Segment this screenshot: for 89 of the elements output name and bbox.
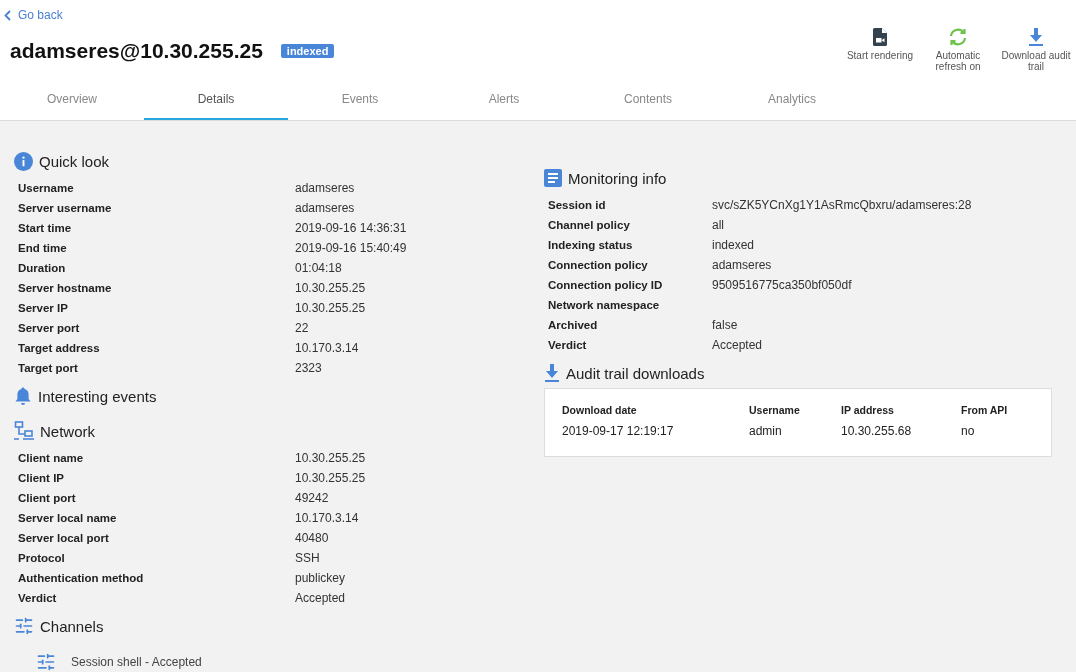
table-cell-text: admin xyxy=(749,424,783,438)
column-header: IP address xyxy=(841,404,895,416)
field-label: Server local name xyxy=(18,512,118,524)
field-label: Authentication method xyxy=(18,572,145,584)
field-label: Target port xyxy=(18,362,79,374)
chevron-left-icon xyxy=(4,9,11,21)
field-label: Duration xyxy=(18,262,67,274)
section-title: Channels xyxy=(40,617,104,635)
field-label: Session id xyxy=(548,199,607,211)
field-label: Target address xyxy=(18,342,101,354)
section-title: Interesting events xyxy=(38,387,157,405)
tab[interactable]: Details xyxy=(144,88,288,120)
field-label: Start time xyxy=(18,222,73,234)
field-label: Client name xyxy=(18,452,85,464)
tab[interactable]: Contents xyxy=(576,88,720,120)
field-label: Indexing status xyxy=(548,239,634,251)
field-value: all xyxy=(712,218,725,232)
field-value: 10.30.255.25 xyxy=(295,301,367,315)
channel-item[interactable]: Session shell - Accepted xyxy=(71,655,202,669)
section-title: Monitoring info xyxy=(568,169,667,187)
toolbar-button[interactable]: Start rendering xyxy=(842,28,918,72)
bell-icon xyxy=(14,386,32,406)
status-badge: indexed xyxy=(280,44,335,58)
field-value: publickey xyxy=(295,571,347,585)
column-header: From API xyxy=(961,404,1009,416)
field-value: indexed xyxy=(712,238,756,252)
network-icon xyxy=(14,421,34,441)
table-cell-text: no xyxy=(961,424,976,438)
field-value: 10.30.255.25 xyxy=(295,471,367,485)
back-link[interactable]: Go back xyxy=(4,8,63,22)
document-icon xyxy=(544,169,562,187)
section-title: Audit trail downloads xyxy=(566,364,705,382)
column-header: Download date xyxy=(562,404,638,416)
field-label: Client port xyxy=(18,492,77,504)
field-value: 40480 xyxy=(295,531,330,545)
field-label: Server port xyxy=(18,322,81,334)
field-label: Server hostname xyxy=(18,282,113,294)
field-label: Network namespace xyxy=(548,299,661,311)
field-label: Channel policy xyxy=(548,219,631,231)
field-value: 10.30.255.25 xyxy=(295,281,367,295)
tab[interactable]: Analytics xyxy=(720,88,864,120)
tab[interactable]: Overview xyxy=(0,88,144,120)
field-value: SSH xyxy=(295,551,321,565)
field-label: Username xyxy=(18,182,75,194)
field-label: Verdict xyxy=(548,339,588,351)
field-value: 2019-09-16 15:40:49 xyxy=(295,241,408,255)
field-label: Connection policy xyxy=(548,259,649,271)
field-label: Protocol xyxy=(18,552,66,564)
toolbar-button[interactable]: Download audit trail xyxy=(998,28,1074,72)
field-value: 10.170.3.14 xyxy=(295,341,360,355)
field-label: Verdict xyxy=(18,592,58,604)
table-cell-text: 10.30.255.68 xyxy=(841,424,913,438)
toolbar-button[interactable]: Automatic refresh on xyxy=(920,28,996,72)
field-label: Archived xyxy=(548,319,599,331)
session-title: adamseres@10.30.255.25 xyxy=(10,39,263,63)
table-cell-text: 2019-09-17 12:19:17 xyxy=(562,424,675,438)
info-icon xyxy=(14,151,33,171)
field-value: adamseres xyxy=(712,258,773,272)
field-value: 2019-09-16 14:36:31 xyxy=(295,221,408,235)
section-title: Quick look xyxy=(39,152,110,170)
field-value: 2323 xyxy=(295,361,323,375)
sliders-icon xyxy=(14,616,34,636)
field-value: 22 xyxy=(295,321,310,335)
field-value: false xyxy=(712,318,739,332)
field-label: Server username xyxy=(18,202,113,214)
field-value: 49242 xyxy=(295,491,330,505)
field-value: 01:04:18 xyxy=(295,261,343,275)
field-value: adamseres xyxy=(295,201,356,215)
column-header: Username xyxy=(749,404,801,416)
field-label: Server IP xyxy=(18,302,69,314)
field-label: Server local port xyxy=(18,532,110,544)
field-value: svc/sZK5YCnXg1Y1AsRmcQbxru/adamseres:28 xyxy=(712,198,973,212)
field-value: adamseres xyxy=(295,181,356,195)
field-value: 10.30.255.25 xyxy=(295,451,367,465)
download-icon xyxy=(1029,28,1043,46)
tab[interactable]: Events xyxy=(288,88,432,120)
download-icon xyxy=(544,364,560,382)
field-value: Accepted xyxy=(295,591,347,605)
field-label: End time xyxy=(18,242,68,254)
tab[interactable]: Alerts xyxy=(432,88,576,120)
video-file-icon xyxy=(873,28,887,46)
field-label: Connection policy ID xyxy=(548,279,664,291)
section-title: Network xyxy=(40,422,95,440)
field-label: Client IP xyxy=(18,472,65,484)
refresh-icon xyxy=(948,28,968,46)
sliders-icon xyxy=(36,652,56,672)
field-value: 10.170.3.14 xyxy=(295,511,360,525)
field-value: Accepted xyxy=(712,338,764,352)
field-value: 9509516775ca350bf050df xyxy=(712,278,853,292)
